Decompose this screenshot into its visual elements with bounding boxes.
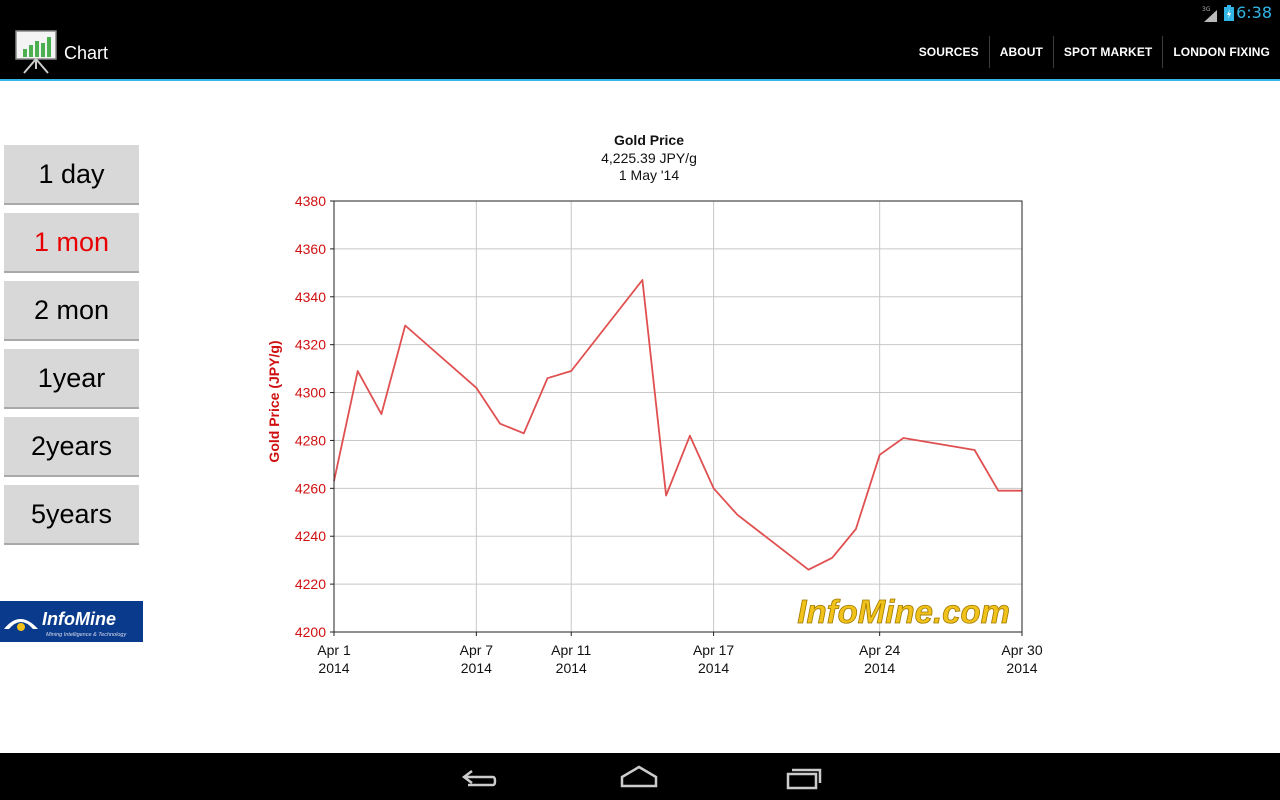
- y-tick-label: 4300: [295, 385, 326, 401]
- range-1-mon-button[interactable]: 1 mon: [4, 213, 139, 273]
- range-1-day-button[interactable]: 1 day: [4, 145, 139, 205]
- chart-title: Gold Price: [614, 132, 684, 148]
- action-menu: SOURCES ABOUT SPOT MARKET LONDON FIXING: [909, 25, 1280, 79]
- app-title: Chart: [64, 43, 109, 63]
- status-clock: 6:38: [1236, 3, 1272, 22]
- logo-tagline: Mining Intelligence & Technology: [46, 632, 127, 638]
- london-fixing-action[interactable]: LONDON FIXING: [1163, 36, 1280, 68]
- x-tick-label: Apr 30: [1001, 642, 1042, 658]
- y-axis-label: Gold Price (JPY/g): [266, 340, 282, 462]
- y-tick-label: 4240: [295, 528, 326, 544]
- x-tick-label: Apr 17: [693, 642, 734, 658]
- x-tick-year-label: 2014: [461, 660, 492, 676]
- navigation-bar: [0, 753, 1280, 800]
- home-icon[interactable]: [609, 759, 669, 795]
- infomine-logo[interactable]: InfoMine Mining Intelligence & Technolog…: [0, 601, 143, 642]
- about-action[interactable]: ABOUT: [990, 36, 1053, 68]
- battery-icon: [1224, 5, 1234, 21]
- y-tick-label: 4340: [295, 289, 326, 305]
- network-type-label: 3G: [1202, 6, 1211, 13]
- gold-price-series-line: [333, 279, 1022, 571]
- y-tick-label: 4200: [295, 624, 326, 640]
- x-tick-label: Apr 7: [460, 642, 494, 658]
- range-1-year-button[interactable]: 1year: [4, 349, 139, 409]
- gold-price-chart: Gold Price 4,225.39 JPY/g 1 May '14 Info…: [266, 132, 1043, 676]
- chart-date: 1 May '14: [619, 167, 679, 183]
- status-bar: 3G 6:38: [0, 0, 1280, 25]
- y-tick-label: 4320: [295, 337, 326, 353]
- logo-name: InfoMine: [42, 609, 116, 629]
- range-5-years-button[interactable]: 5years: [4, 485, 139, 545]
- chart-presentation-icon[interactable]: [14, 29, 58, 75]
- x-tick-year-label: 2014: [318, 660, 349, 676]
- x-tick-label: Apr 11: [551, 642, 591, 658]
- x-tick-year-label: 2014: [556, 660, 587, 676]
- x-tick-year-label: 2014: [1006, 660, 1037, 676]
- range-2-mon-button[interactable]: 2 mon: [4, 281, 139, 341]
- y-tick-label: 4220: [295, 576, 326, 592]
- main-content: 1 day 1 mon 2 mon 1year 2years 5years In…: [0, 81, 1280, 753]
- range-2-years-button[interactable]: 2years: [4, 417, 139, 477]
- cell-signal-icon: 3G: [1202, 6, 1217, 22]
- x-tick-year-label: 2014: [864, 660, 895, 676]
- plot-frame: [333, 200, 1023, 633]
- x-tick-label: Apr 1: [317, 642, 351, 658]
- chart-watermark: InfoMine.com: [797, 593, 1010, 630]
- y-tick-label: 4280: [295, 432, 326, 448]
- x-tick-year-label: 2014: [698, 660, 729, 676]
- back-icon[interactable]: [448, 759, 508, 795]
- sources-action[interactable]: SOURCES: [909, 36, 989, 68]
- recent-apps-icon[interactable]: [772, 759, 832, 795]
- chart-subtitle: 4,225.39 JPY/g: [601, 150, 697, 166]
- spot-market-action[interactable]: SPOT MARKET: [1054, 36, 1162, 68]
- y-tick-label: 4260: [295, 480, 326, 496]
- y-tick-label: 4380: [295, 193, 326, 209]
- x-tick-label: Apr 24: [859, 642, 900, 658]
- action-bar: Chart SOURCES ABOUT SPOT MARKET LONDON F…: [0, 25, 1280, 79]
- y-tick-label: 4360: [295, 241, 326, 257]
